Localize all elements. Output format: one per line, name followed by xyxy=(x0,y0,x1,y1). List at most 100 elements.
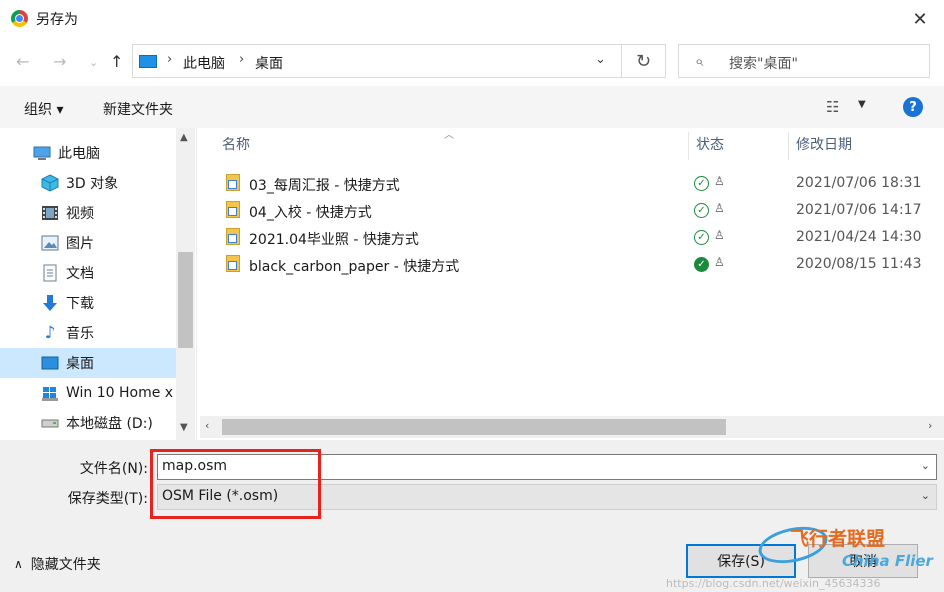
sidebar-item-local-disk-d[interactable]: 本地磁盘 (D:) xyxy=(0,408,176,438)
navigation-pane: 此电脑 3D 对象 视频 图片 文档 下载 ♪ 音乐 桌面 Win 10 Hom… xyxy=(0,128,196,440)
sidebar-item-label: 桌面 xyxy=(66,356,94,372)
table-row[interactable]: 04_入校 - 快捷方式 ✓ ♙ 2021/07/06 14:17 xyxy=(200,197,944,224)
column-divider[interactable] xyxy=(688,132,689,160)
chevron-down-icon[interactable]: ⌄ xyxy=(921,489,930,502)
sidebar-item-3d-objects[interactable]: 3D 对象 xyxy=(0,168,176,198)
sidebar-item-downloads[interactable]: 下载 xyxy=(0,288,176,318)
sidebar-item-videos[interactable]: 视频 xyxy=(0,198,176,228)
file-name: 2021.04毕业照 - 快捷方式 xyxy=(249,232,419,248)
watermark-url: https://blog.csdn.net/weixin_45634336 xyxy=(666,577,881,590)
hide-folders-button[interactable]: ∧ 隐藏文件夹 xyxy=(14,554,101,574)
command-bar: 组织 ▾ 新建文件夹 ☷ ▼ ? xyxy=(0,86,944,128)
sidebar-item-label: Win 10 Home x xyxy=(66,385,174,401)
file-date: 2020/08/15 11:43 xyxy=(796,256,922,272)
sidebar-item-pictures[interactable]: 图片 xyxy=(0,228,176,258)
chevron-up-icon[interactable]: ▲ xyxy=(180,132,188,143)
close-button[interactable]: ✕ xyxy=(896,0,944,38)
chrome-icon xyxy=(11,10,28,27)
picture-icon xyxy=(41,234,59,252)
file-date: 2021/07/06 14:17 xyxy=(796,202,922,218)
available-status-icon: ✓ xyxy=(694,176,709,191)
folder-shortcut-icon xyxy=(226,255,240,272)
back-icon[interactable]: ← xyxy=(16,52,29,71)
sidebar-item-label: 下载 xyxy=(66,296,94,312)
chevron-down-icon[interactable]: ⌄ xyxy=(921,459,930,472)
sidebar-item-label: 本地磁盘 (D:) xyxy=(66,416,153,432)
horizontal-scrollbar[interactable]: ‹ › xyxy=(200,416,944,438)
column-header-name[interactable]: 名称 xyxy=(222,128,250,160)
table-row[interactable]: 2021.04毕业照 - 快捷方式 ✓ ♙ 2021/04/24 14:30 xyxy=(200,224,944,251)
watermark-logo-en: China Flier xyxy=(842,552,933,570)
recent-locations-icon[interactable]: ⌄ xyxy=(89,56,98,69)
available-status-icon: ✓ xyxy=(694,230,709,245)
table-row[interactable]: 03_每周汇报 - 快捷方式 ✓ ♙ 2021/07/06 18:31 xyxy=(200,170,944,197)
windows-drive-icon xyxy=(41,384,59,402)
pane-divider[interactable] xyxy=(196,128,197,440)
monitor-icon xyxy=(139,55,157,68)
hide-folders-label: 隐藏文件夹 xyxy=(30,557,101,573)
file-date: 2021/04/24 14:30 xyxy=(796,229,922,245)
address-bar[interactable]: › 此电脑 › 桌面 ⌄ xyxy=(132,44,622,78)
chevron-up-icon: ∧ xyxy=(14,557,23,571)
sidebar-item-win10-drive[interactable]: Win 10 Home x xyxy=(0,378,176,408)
chevron-down-icon[interactable]: ⌄ xyxy=(595,52,606,67)
chevron-down-icon[interactable]: ▼ xyxy=(858,99,866,110)
table-row[interactable]: black_carbon_paper - 快捷方式 ✓ ♙ 2020/08/15… xyxy=(200,251,944,278)
sidebar-item-label: 3D 对象 xyxy=(66,176,119,192)
scrollbar-thumb[interactable] xyxy=(222,419,726,435)
sidebar-item-music[interactable]: ♪ 音乐 xyxy=(0,318,176,348)
cube-icon xyxy=(41,174,59,192)
up-icon[interactable]: ↑ xyxy=(110,52,123,71)
sidebar-item-desktop[interactable]: 桌面 xyxy=(0,348,176,378)
chevron-left-icon[interactable]: ‹ xyxy=(205,419,209,432)
chevron-down-icon[interactable]: ▼ xyxy=(180,422,188,433)
file-name: 04_入校 - 快捷方式 xyxy=(249,205,372,221)
file-date: 2021/07/06 18:31 xyxy=(796,175,922,191)
chevron-right-icon[interactable]: › xyxy=(239,52,244,67)
search-box[interactable]: ⌕ 搜索"桌面" xyxy=(678,44,930,78)
search-icon: ⌕ xyxy=(695,52,704,70)
file-name: black_carbon_paper - 快捷方式 xyxy=(249,259,460,275)
organize-button[interactable]: 组织 ▾ xyxy=(24,99,63,119)
filetype-label: 保存类型(T): xyxy=(67,491,148,507)
synced-status-icon: ✓ xyxy=(694,257,709,272)
new-folder-button[interactable]: 新建文件夹 xyxy=(103,99,173,119)
sidebar-item-documents[interactable]: 文档 xyxy=(0,258,176,288)
refresh-button[interactable]: ↻ xyxy=(622,44,666,78)
sidebar-scrollbar[interactable]: ▲ ▼ xyxy=(176,128,195,440)
sidebar-item-label: 此电脑 xyxy=(58,146,100,162)
disk-icon xyxy=(41,414,59,432)
music-icon: ♪ xyxy=(44,323,56,343)
person-icon: ♙ xyxy=(714,201,725,215)
person-icon: ♙ xyxy=(714,255,725,269)
computer-icon xyxy=(33,144,51,162)
chevron-right-icon[interactable]: › xyxy=(167,52,172,67)
available-status-icon: ✓ xyxy=(694,203,709,218)
filename-label: 文件名(N): xyxy=(79,461,148,477)
window-title: 另存为 xyxy=(36,12,78,28)
search-input[interactable]: 搜索"桌面" xyxy=(729,53,798,73)
title-bar: 另存为 ✕ xyxy=(0,0,944,38)
folder-shortcut-icon xyxy=(226,201,240,218)
column-header-status[interactable]: 状态 xyxy=(696,128,724,160)
save-panel: 文件名(N): map.osm ⌄ 保存类型(T): OSM File (*.o… xyxy=(0,440,944,592)
sort-ascending-icon: ︿ xyxy=(444,130,454,141)
folder-shortcut-icon xyxy=(226,174,240,191)
sidebar-item-this-pc[interactable]: 此电脑 xyxy=(0,138,176,168)
breadcrumb-this-pc[interactable]: 此电脑 xyxy=(183,53,225,73)
column-header-modified[interactable]: 修改日期 xyxy=(796,128,852,160)
breadcrumb-desktop[interactable]: 桌面 xyxy=(255,53,283,73)
person-icon: ♙ xyxy=(714,228,725,242)
column-divider[interactable] xyxy=(788,132,789,160)
sidebar-item-label: 音乐 xyxy=(66,326,94,342)
help-icon[interactable]: ? xyxy=(903,97,923,117)
scrollbar-thumb[interactable] xyxy=(178,252,193,348)
chevron-right-icon[interactable]: › xyxy=(928,419,932,432)
sidebar-item-label: 图片 xyxy=(66,236,94,252)
folder-shortcut-icon xyxy=(226,228,240,245)
forward-icon[interactable]: → xyxy=(53,52,66,71)
refresh-icon: ↻ xyxy=(635,50,652,72)
person-icon: ♙ xyxy=(714,174,725,188)
view-options-icon[interactable]: ☷ xyxy=(826,98,839,116)
annotation-highlight-box xyxy=(150,449,321,519)
